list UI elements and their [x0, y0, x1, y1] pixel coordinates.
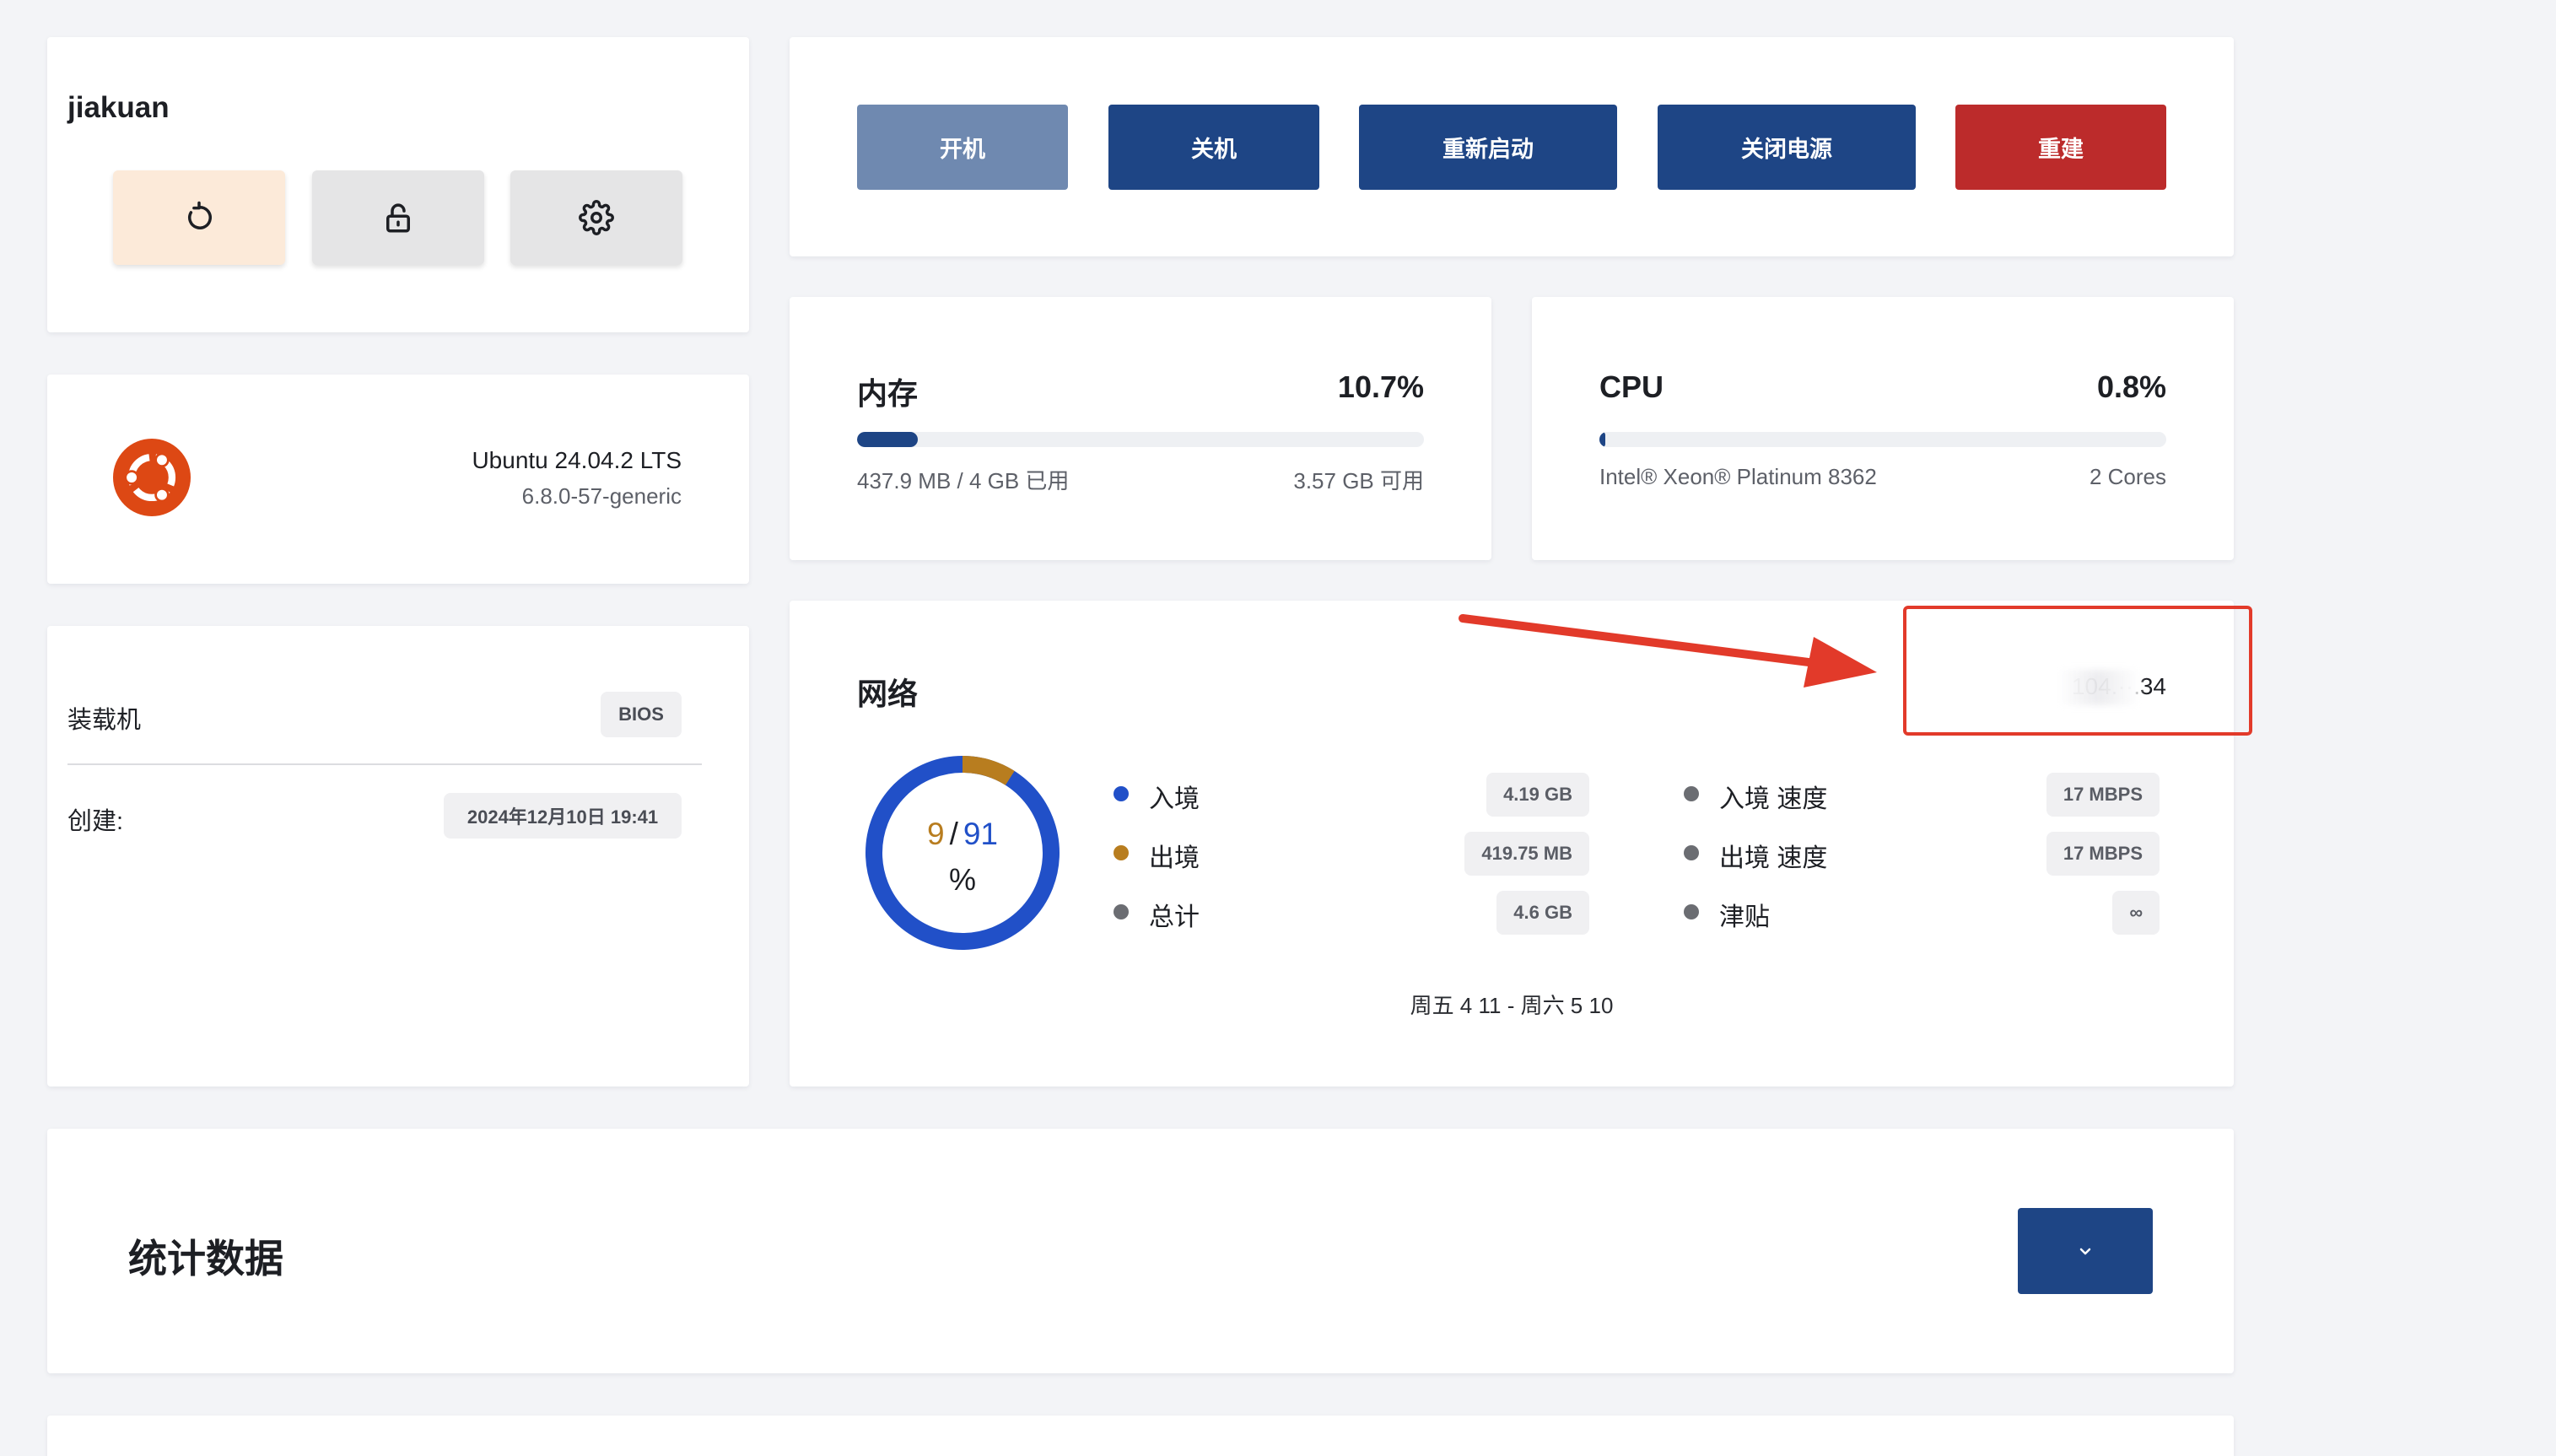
network-title: 网络: [857, 677, 919, 711]
allowance-dot: [1684, 904, 1699, 919]
outbound-speed-label: 出境 速度: [1719, 844, 1828, 872]
rebuild-button[interactable]: 重建: [1955, 105, 2166, 190]
inbound-dot: [1114, 786, 1129, 801]
inbound-speed-value: 17 MBPS: [2046, 773, 2160, 817]
chevron-down-icon: [2079, 1248, 2091, 1255]
loader-badge: BIOS: [601, 692, 682, 737]
settings-button[interactable]: [510, 170, 682, 265]
allowance-value: ∞: [2112, 891, 2160, 935]
loader-label: 装载机: [67, 707, 142, 734]
traffic-donut-chart: [865, 756, 1060, 950]
allowance-label: 津贴: [1719, 903, 1770, 931]
inbound-speed-dot: [1684, 786, 1699, 801]
cpu-progress-track: [1599, 432, 2166, 447]
inbound-value: 4.19 GB: [1486, 773, 1589, 817]
memory-available: 3.57 GB 可用: [1293, 468, 1424, 493]
donut-inbound-ring: [865, 756, 1060, 950]
outbound-value: 419.75 MB: [1464, 832, 1589, 876]
memory-percent: 10.7%: [1337, 369, 1424, 404]
donut-separator: /: [949, 817, 958, 851]
total-value: 4.6 GB: [1496, 891, 1589, 935]
cpu-title: CPU: [1599, 369, 1664, 404]
refresh-button[interactable]: [113, 170, 285, 265]
inbound-speed-label: 入境 速度: [1719, 785, 1828, 813]
traffic-date-range: 周五 4 11 - 周六 5 10: [1410, 993, 1614, 1018]
ip-redaction-mask: [2058, 670, 2139, 705]
memory-used: 437.9 MB / 4 GB 已用: [857, 468, 1070, 493]
total-label: 总计: [1149, 903, 1200, 931]
os-name: Ubuntu 24.04.2 LTS: [472, 447, 682, 473]
outbound-dot: [1114, 845, 1129, 860]
statistics-toggle-button[interactable]: [2018, 1208, 2153, 1294]
unlock-button[interactable]: [312, 170, 484, 265]
created-badge: 2024年12月10日 19:41: [444, 793, 682, 839]
cpu-model: Intel® Xeon® Platinum 8362: [1599, 464, 1877, 489]
donut-center-label: 9/91: [864, 817, 1061, 852]
memory-progress-fill: [857, 432, 918, 447]
outbound-speed-value: 17 MBPS: [2046, 832, 2160, 876]
memory-title: 内存: [857, 376, 919, 411]
restart-button[interactable]: 重新启动: [1359, 105, 1617, 190]
annotation-arrow: [1459, 614, 1877, 688]
username: jiakuan: [67, 91, 170, 124]
created-label: 创建:: [67, 808, 124, 835]
ubuntu-logo-icon: [113, 439, 191, 516]
os-kernel: 6.8.0-57-generic: [521, 483, 682, 509]
statistics-title: 统计数据: [128, 1237, 283, 1281]
statistics-card: [47, 1129, 2234, 1373]
refresh-icon: [188, 201, 212, 229]
outbound-speed-dot: [1684, 845, 1699, 860]
start-button[interactable]: 开机: [857, 105, 1068, 190]
memory-progress-track: [857, 432, 1424, 447]
donut-unit: %: [948, 862, 976, 897]
shutdown-button[interactable]: 关机: [1108, 105, 1319, 190]
donut-in-value: 91: [963, 817, 998, 851]
cpu-cores: 2 Cores: [2089, 464, 2166, 489]
total-dot: [1114, 904, 1129, 919]
power-off-button[interactable]: 关闭电源: [1658, 105, 1916, 190]
unlock-icon: [386, 203, 410, 233]
cpu-percent: 0.8%: [2096, 369, 2166, 404]
memory-card: [790, 297, 1491, 560]
inbound-label: 入境: [1149, 785, 1200, 813]
info-divider: [67, 763, 702, 765]
cpu-card: [1532, 297, 2234, 560]
gear-icon: [579, 200, 614, 235]
next-card: [47, 1416, 2234, 1456]
outbound-label: 出境: [1149, 844, 1200, 872]
donut-out-value: 9: [926, 817, 945, 851]
